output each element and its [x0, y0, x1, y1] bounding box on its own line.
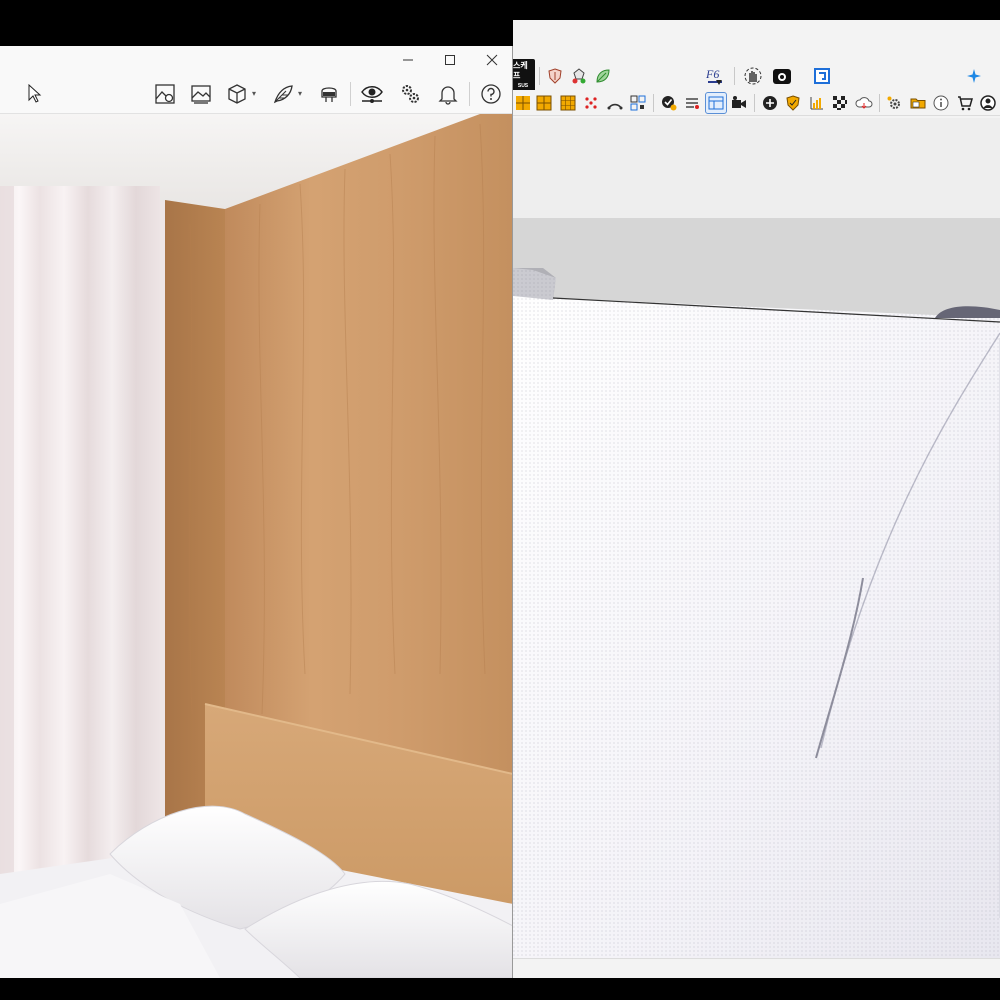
extension-tag: 스케프 SUS: [511, 59, 535, 93]
leaf-icon[interactable]: [592, 65, 614, 87]
bedroom-render: [0, 114, 512, 978]
minimize-icon[interactable]: [387, 46, 429, 74]
cloud-icon[interactable]: [853, 92, 875, 114]
user-icon[interactable]: [978, 92, 1000, 114]
status-bar: [513, 958, 1000, 978]
extension-tag-label: 스케프: [513, 61, 528, 80]
toolbar-separator: [469, 81, 470, 106]
help-icon[interactable]: [476, 79, 506, 109]
check-badge-icon[interactable]: [658, 92, 680, 114]
scatter-icon[interactable]: [581, 92, 603, 114]
title-bar[interactable]: [0, 46, 512, 74]
checker-icon[interactable]: [830, 92, 852, 114]
toolbar-separator: [653, 93, 655, 112]
bell-icon[interactable]: [433, 79, 463, 109]
eye-icon[interactable]: [357, 79, 387, 109]
picture-settings-icon[interactable]: [150, 79, 180, 109]
feather-icon[interactable]: [268, 79, 298, 109]
plus-circle-icon[interactable]: [759, 92, 781, 114]
bucket-icon[interactable]: [568, 65, 590, 87]
screen: 스케프 SUS F6 ▾ ▾: [0, 0, 1000, 1000]
camera-icon[interactable]: [729, 92, 751, 114]
info-icon[interactable]: [931, 92, 953, 114]
model-viewport[interactable]: [513, 118, 1000, 958]
shield-icon[interactable]: [783, 92, 805, 114]
font-icon[interactable]: F6: [702, 65, 730, 87]
camera-icon[interactable]: [769, 65, 795, 87]
hand-gear-icon[interactable]: [739, 65, 767, 87]
frame-icon[interactable]: [811, 65, 833, 87]
folder-icon[interactable]: [907, 92, 929, 114]
image-icon[interactable]: [186, 79, 216, 109]
toolbar-separator: [878, 93, 880, 112]
close-icon[interactable]: [471, 46, 512, 74]
gear-icon[interactable]: [884, 92, 906, 114]
sketchup-toolbar-top: 스케프 SUS F6: [511, 59, 1000, 93]
grid-icon[interactable]: [514, 92, 532, 114]
arc-icon[interactable]: [604, 92, 626, 114]
cube-icon[interactable]: [222, 79, 252, 109]
grid-icon[interactable]: [534, 92, 556, 114]
sketchup-toolbar-bottom: [513, 90, 1000, 116]
render-toolbar: ▾ ▾: [0, 74, 512, 114]
cube-dropdown-icon[interactable]: ▾: [252, 89, 262, 98]
maximize-icon[interactable]: [429, 46, 471, 74]
cart-icon[interactable]: [954, 92, 976, 114]
grid-icon[interactable]: [557, 92, 579, 114]
toolbar-separator: [539, 67, 540, 85]
vr-headset-icon[interactable]: [314, 79, 344, 109]
extension-tag-button[interactable]: 스케프 SUS: [511, 59, 535, 93]
layout-icon[interactable]: [705, 91, 727, 114]
toolbar-separator: [734, 67, 735, 85]
gears-icon[interactable]: [395, 79, 425, 109]
model-view-graphic: [513, 118, 1000, 958]
sparkle-icon[interactable]: [963, 65, 985, 87]
feather-dropdown-icon[interactable]: ▾: [298, 89, 308, 98]
render-window: ▾ ▾: [0, 46, 513, 978]
render-image: [0, 114, 512, 978]
cursor-icon[interactable]: [20, 79, 50, 109]
shield-icon[interactable]: [544, 65, 566, 87]
qr-icon[interactable]: [628, 92, 650, 114]
sketchup-window: 스케프 SUS F6: [511, 20, 1000, 978]
svg-text:F6: F6: [705, 67, 719, 81]
toolbar-separator: [754, 93, 756, 112]
list-icon[interactable]: [682, 92, 704, 114]
chart-icon[interactable]: [806, 92, 828, 114]
toolbar-separator: [350, 81, 351, 106]
